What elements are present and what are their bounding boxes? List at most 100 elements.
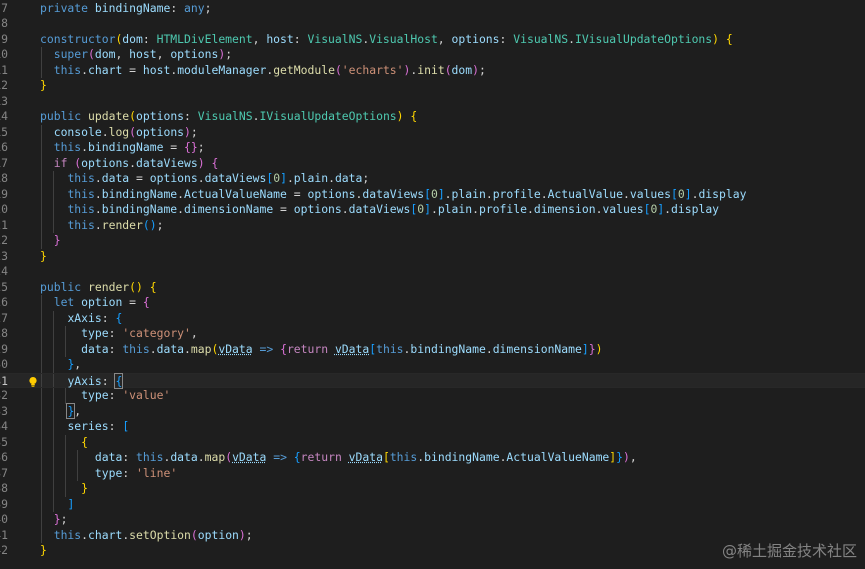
token: options	[81, 155, 130, 170]
token: .	[568, 31, 575, 46]
code-text: private bindingName: any;	[40, 1, 211, 17]
token: .	[328, 171, 335, 185]
token: {	[149, 279, 157, 294]
token: profile	[478, 202, 527, 216]
token: moduleManager	[177, 62, 267, 77]
token: dataViews	[348, 202, 411, 216]
code-line[interactable]: 17 if (options.dataViews) {	[0, 155, 865, 171]
token: IVisualUpdateOptions	[259, 109, 397, 123]
line-number: 40	[0, 512, 8, 526]
line-number: 23	[0, 248, 8, 263]
code-line[interactable]: 10 super(dom, host, options);	[0, 47, 865, 63]
code-line[interactable]: 12}	[0, 78, 865, 94]
token: ActualValue	[547, 186, 623, 201]
token: values	[602, 202, 644, 216]
code-line[interactable]: 33 },	[0, 402, 865, 419]
token: }	[53, 512, 61, 526]
code-line[interactable]: 31 yAxis: {	[0, 372, 865, 389]
code-line[interactable]: 15 console.log(options);	[0, 124, 865, 140]
token: ActualValueName	[184, 186, 287, 201]
token: init	[417, 62, 445, 77]
code-line[interactable]: 14 public update(options: VisualNS.IVisua…	[0, 109, 865, 125]
code-line[interactable]: 20 this.bindingName.dimensionName = opti…	[0, 202, 865, 218]
line-number: 42	[0, 543, 8, 557]
code-line[interactable]: 28 type: 'category',	[0, 326, 865, 342]
code-line[interactable]: 22 }	[0, 233, 865, 249]
token: .	[430, 202, 438, 216]
code-line[interactable]: 26 let option = {	[0, 295, 865, 311]
token: )	[197, 155, 205, 170]
token: )	[472, 62, 479, 77]
code-line[interactable]: 9 constructor(dom: HTMLDivElement, host: …	[0, 32, 865, 48]
code-line[interactable]: 19 this.bindingName.ActualValueName = op…	[0, 186, 865, 202]
token: .	[129, 155, 137, 170]
token: ]	[684, 186, 692, 201]
code-line[interactable]: 13	[0, 94, 865, 110]
code-line[interactable]: 30 },	[0, 357, 865, 373]
token: dataViews	[204, 171, 267, 185]
line-number: 27	[0, 310, 8, 325]
lightbulb-icon[interactable]	[27, 376, 39, 388]
token: this	[122, 341, 150, 356]
token: data	[94, 450, 123, 464]
token: ,	[629, 450, 637, 464]
token: (	[190, 527, 198, 542]
code-line[interactable]: 36 data: this.data.map(vData => {return …	[0, 450, 865, 466]
token: type	[81, 326, 109, 340]
token: dom	[94, 47, 116, 61]
token: {}	[184, 140, 198, 154]
code-line[interactable]: 8	[0, 16, 865, 32]
code-line[interactable]: 25 public render() {	[0, 280, 865, 296]
token: =	[122, 295, 143, 309]
code-line[interactable]: 21 this.render();	[0, 217, 865, 233]
code-line[interactable]: 37 type: 'line'	[0, 465, 865, 481]
token: host	[266, 31, 294, 46]
token: ;	[156, 217, 164, 232]
token: {	[280, 341, 287, 356]
token: data	[170, 450, 198, 464]
token: options	[307, 186, 356, 201]
code-line[interactable]: 7 private bindingName: any;	[0, 1, 865, 17]
watermark: @稀土掘金技术社区	[721, 542, 857, 560]
token: .	[540, 186, 548, 201]
code-line[interactable]: 16 this.bindingName = {};	[0, 140, 865, 156]
token: let	[53, 295, 75, 309]
code-text: };	[40, 512, 68, 528]
code-line[interactable]: 38 }	[0, 481, 865, 497]
code-text: },	[40, 357, 81, 373]
code-line[interactable]: 29 data: this.data.map(vData => {return …	[0, 341, 865, 357]
token: :	[101, 373, 116, 388]
token: options	[149, 171, 198, 185]
token: {	[114, 372, 124, 389]
code-line[interactable]: 35 {	[0, 434, 865, 450]
code-line[interactable]: 18 this.data = options.dataViews[0].plai…	[0, 171, 865, 187]
token: bindingName	[101, 202, 178, 216]
code-line[interactable]: 23}	[0, 249, 865, 265]
token: vData	[348, 450, 383, 464]
code-line[interactable]: 24	[0, 264, 865, 280]
code-text: type: 'category',	[40, 326, 198, 342]
code-text: }	[40, 481, 88, 497]
code-editor[interactable]: 7 private bindingName: any; 8 9 constructor(…	[0, 0, 865, 569]
line-number: 12	[0, 78, 8, 92]
token: options	[451, 31, 500, 46]
token: 'value'	[122, 388, 171, 402]
code-line[interactable]: 39 ]	[0, 496, 865, 512]
token: render	[101, 217, 143, 232]
token: any	[184, 0, 205, 15]
token: .	[341, 202, 349, 216]
code-line[interactable]: 27 xAxis: {	[0, 310, 865, 326]
code-line[interactable]: 32 type: 'value'	[0, 388, 865, 404]
token: setOption	[129, 527, 191, 542]
code-line[interactable]: 34 series: [	[0, 419, 865, 435]
token: series	[67, 419, 109, 433]
code-line[interactable]: 11 this.chart = host.moduleManager.getMo…	[0, 62, 865, 78]
token: plain	[451, 186, 486, 201]
code-line[interactable]: 40 };	[0, 512, 865, 528]
token: bindingName	[410, 341, 486, 356]
token: bindingName	[94, 0, 171, 15]
